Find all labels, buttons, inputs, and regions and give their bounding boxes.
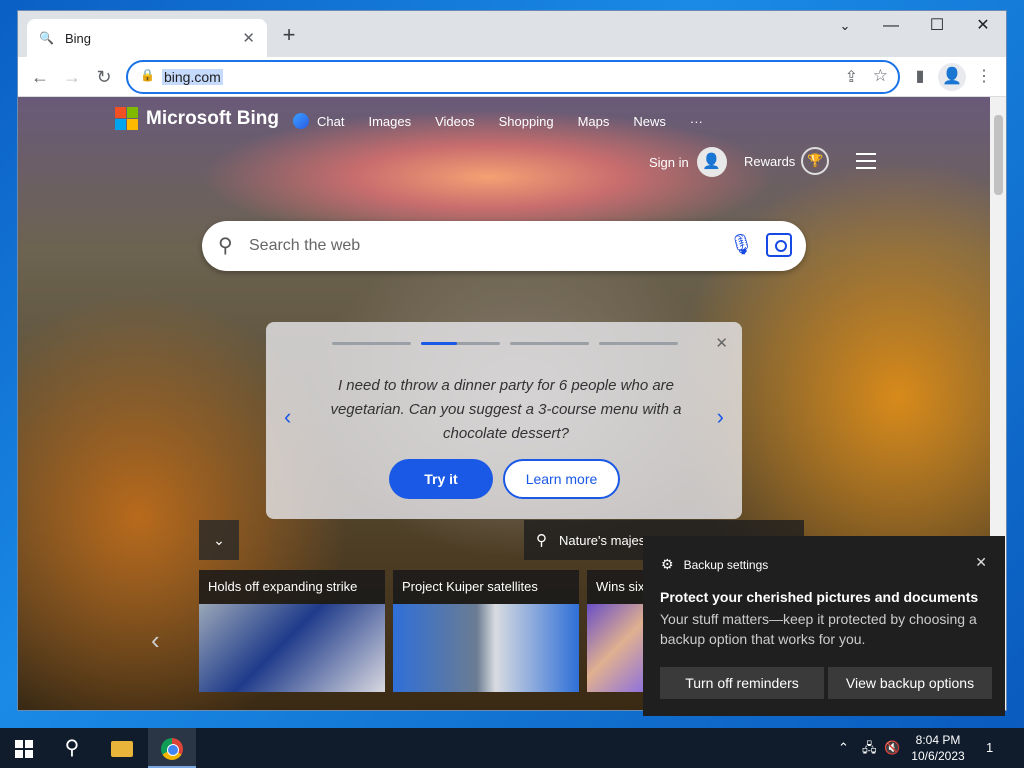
tab-bing[interactable]: 🔍 Bing ✕	[27, 19, 267, 57]
news-card[interactable]: Project Kuiper satellites	[393, 570, 579, 692]
nav-videos[interactable]: Videos	[435, 113, 475, 129]
action-center-icon[interactable]: 1	[986, 728, 993, 768]
chevron-left-icon[interactable]: ‹	[284, 404, 291, 430]
chevron-up-icon[interactable]: ⌃	[838, 728, 849, 768]
try-it-button[interactable]: Try it	[389, 459, 493, 499]
notification-body: Your stuff matters—keep it protected by …	[660, 611, 977, 647]
news-card-image	[199, 604, 385, 692]
trophy-icon: 🏆	[801, 147, 830, 175]
chevron-down-icon[interactable]: ⌄	[199, 520, 239, 560]
search-icon[interactable]: ⚲	[48, 728, 96, 768]
promo-step	[599, 342, 678, 345]
close-tab-icon[interactable]: ✕	[242, 29, 255, 47]
close-icon[interactable]: ✕	[715, 334, 728, 352]
microsoft-logo-icon	[115, 107, 138, 130]
system-clock[interactable]: 8:04 PM 10/6/2023	[900, 732, 976, 764]
maximize-button[interactable]: ☐	[914, 11, 960, 43]
search-icon: ⚲	[218, 235, 233, 257]
tab-search-icon[interactable]: ⌄	[822, 11, 868, 43]
nav-chat[interactable]: Chat	[293, 113, 344, 129]
nav-maps[interactable]: Maps	[578, 113, 610, 129]
close-icon[interactable]: ✕	[975, 554, 987, 571]
browser-toolbar: ← → ↻ 🔒 bing.com ⇪ ☆ ▮ 👤 ⋮	[18, 57, 1006, 97]
copilot-promo-card: ✕ ‹ › I need to throw a dinner party for…	[266, 322, 742, 519]
nav-label: Chat	[317, 113, 345, 129]
tab-title: Bing	[65, 30, 92, 46]
nav-more-icon[interactable]: ···	[690, 113, 703, 129]
news-card-image	[393, 604, 579, 692]
start-button[interactable]	[0, 728, 48, 768]
news-card[interactable]: Wins sixt	[587, 570, 647, 692]
search-placeholder: Search the web	[249, 237, 361, 254]
promo-message: I need to throw a dinner party for 6 peo…	[330, 377, 682, 442]
visual-search-icon[interactable]	[766, 233, 792, 257]
close-window-button[interactable]: ✕	[960, 11, 1006, 43]
microphone-icon[interactable]: 🎙	[729, 232, 754, 257]
view-backup-options-button[interactable]: View backup options	[828, 667, 992, 699]
reload-icon[interactable]: ↻	[90, 63, 118, 91]
news-card-title: Holds off expanding strike	[208, 579, 358, 594]
location-pin-icon: ⚲	[536, 532, 547, 549]
news-card-image	[587, 604, 647, 692]
volume-muted-icon[interactable]: 🔇	[884, 728, 900, 768]
news-card-title: Project Kuiper satellites	[402, 579, 538, 594]
sign-in-button[interactable]: Sign in 👤	[649, 147, 727, 177]
tab-strip: 🔍 Bing ✕ + ⌄ — ☐ ✕	[18, 11, 1006, 57]
nav-news[interactable]: News	[633, 113, 666, 129]
rewards-button[interactable]: Rewards 🏆	[744, 147, 830, 175]
search-box[interactable]: ⚲ Search the web 🎙	[202, 221, 806, 271]
forward-arrow-icon[interactable]: →	[58, 63, 86, 91]
side-panel-icon[interactable]: ▮	[906, 63, 934, 91]
logo-text: Microsoft Bing	[146, 107, 279, 129]
hamburger-menu-icon[interactable]	[856, 153, 876, 174]
nav-shopping[interactable]: Shopping	[499, 113, 554, 129]
bing-favicon-icon: 🔍	[39, 31, 54, 45]
image-info-text: Nature's majes	[559, 532, 646, 548]
notification-app: Backup settings	[683, 557, 769, 572]
user-icon: 👤	[696, 147, 727, 177]
promo-step	[332, 342, 411, 345]
menu-kebab-icon[interactable]: ⋮	[970, 63, 998, 91]
notification-header: ⚙ Backup settings	[661, 556, 768, 573]
carousel-prev-icon[interactable]: ‹	[151, 625, 160, 656]
backup-notification: ⚙ Backup settings ✕ Protect your cherish…	[643, 536, 1005, 716]
gear-icon: ⚙	[661, 556, 674, 572]
minimize-button[interactable]: —	[868, 11, 914, 43]
learn-more-button[interactable]: Learn more	[503, 459, 620, 499]
notification-title: Protect your cherished pictures and docu…	[660, 589, 979, 605]
address-bar[interactable]: 🔒 bing.com ⇪ ☆	[126, 60, 900, 94]
news-card-title: Wins sixt	[596, 579, 647, 594]
promo-step-active	[421, 342, 500, 345]
windows-logo-icon	[15, 739, 33, 758]
sign-in-label: Sign in	[649, 154, 689, 170]
share-icon[interactable]: ⇪	[845, 67, 858, 87]
bing-logo[interactable]: Microsoft Bing	[115, 107, 279, 130]
file-explorer-icon[interactable]	[98, 728, 146, 768]
promo-step	[510, 342, 589, 345]
profile-avatar-icon[interactable]: 👤	[938, 63, 966, 91]
clock-time: 8:04 PM	[915, 733, 961, 747]
news-card[interactable]: Holds off expanding strike	[199, 570, 385, 692]
lock-icon: 🔒	[140, 68, 155, 82]
chevron-right-icon[interactable]: ›	[717, 404, 724, 430]
bing-top-nav: Chat Images Videos Shopping Maps News ··…	[293, 113, 727, 129]
nav-images[interactable]: Images	[368, 113, 411, 129]
back-arrow-icon[interactable]: ←	[26, 63, 54, 91]
turn-off-reminders-button[interactable]: Turn off reminders	[660, 667, 824, 699]
clock-date: 10/6/2023	[911, 749, 965, 763]
notification-count: 1	[986, 740, 994, 755]
rewards-label: Rewards	[744, 153, 796, 169]
network-icon[interactable]: 🖧	[862, 728, 877, 768]
chrome-taskbar-icon[interactable]	[148, 728, 196, 768]
url-text[interactable]: bing.com	[162, 69, 223, 85]
promo-progress	[332, 342, 678, 345]
new-tab-button[interactable]: +	[276, 23, 302, 49]
bookmark-star-icon[interactable]: ☆	[873, 66, 888, 86]
taskbar: ⚲ ⌃ 🖧 🔇 8:04 PM 10/6/2023 1	[0, 728, 1024, 768]
chat-icon	[293, 113, 309, 129]
